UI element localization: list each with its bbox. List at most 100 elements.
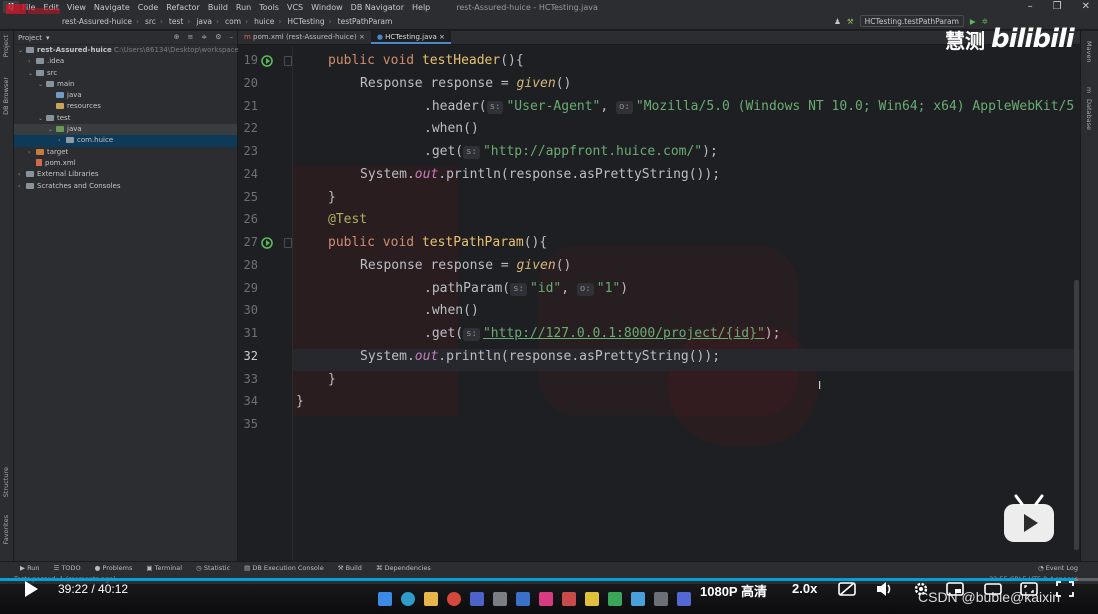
chevron-right-icon[interactable]: › [18,181,26,192]
tree-item[interactable]: › .idea [14,56,237,67]
menu-help[interactable]: Help [412,3,430,12]
windows-start-icon[interactable] [378,592,392,606]
menu-db-navigator[interactable]: DB Navigator [351,3,404,12]
structure-tool-tab[interactable]: Structure [2,467,10,497]
app-icon[interactable] [654,592,668,606]
expand-all-icon[interactable]: ≑ [201,33,207,41]
breadcrumb-java[interactable]: java [196,17,212,26]
database-tool-tab[interactable]: Database [1085,99,1093,130]
tree-item[interactable]: › target [14,147,237,158]
tab-hctesting-java[interactable]: ● HCTesting.java × [370,31,451,44]
video-progress-bar[interactable] [0,578,1098,581]
user-icon[interactable]: ♟ [834,17,841,26]
edge-icon[interactable] [401,592,415,606]
menu-run[interactable]: Run [236,3,251,12]
menu-refactor[interactable]: Refactor [166,3,200,12]
menu-view[interactable]: View [67,3,86,12]
problems-tool-tab[interactable]: ● Problems [95,564,133,572]
tree-item[interactable]: resources [14,101,237,112]
explorer-icon[interactable] [424,592,438,606]
gear-icon[interactable]: ⚙ [215,33,221,41]
todo-tool-tab[interactable]: ☰ TODO [54,564,81,572]
m-tool-tab[interactable]: m [1085,87,1093,93]
breadcrumb-com[interactable]: com [225,17,241,26]
app-icon[interactable] [585,592,599,606]
app-icon[interactable] [493,592,507,606]
tree-item[interactable]: › External Libraries [14,169,237,180]
code-line[interactable]: Response response = given() [360,76,571,91]
close-icon[interactable]: ✕ [1082,0,1090,14]
code-line[interactable]: .header(s: "User-Agent", o: "Mozilla/5.0 (… [424,99,1074,114]
code-line[interactable]: .pathParam(s: "id", o: "1") [424,281,628,296]
breadcrumb-method[interactable]: testPathParam [338,17,393,26]
intellij-icon[interactable] [539,592,553,606]
large-play-button-icon[interactable] [1002,494,1056,544]
fold-marker-icon[interactable] [284,56,292,66]
quality-select[interactable]: 1080P 高清 [700,581,767,600]
tree-item[interactable]: pom.xml [14,158,237,169]
tree-item[interactable]: ⌄ src [14,68,237,79]
chevron-right-icon[interactable]: › [18,169,26,180]
app-icon[interactable] [608,592,622,606]
code-line[interactable]: System.out.println(response.asPrettyStri… [360,167,720,182]
dependencies-tool-tab[interactable]: ⌘ Dependencies [376,564,431,572]
app-icon[interactable] [631,592,645,606]
run-test-icon[interactable] [261,237,273,249]
breadcrumb-src[interactable]: src [145,17,156,26]
collapse-all-icon[interactable]: ≡ [187,33,193,41]
run-tool-tab[interactable]: ▶ Run [20,564,40,572]
project-view-select[interactable]: Project [18,34,42,42]
breadcrumb-project[interactable]: rest-Assured-huice [62,17,132,26]
editor-scrollbar[interactable] [1074,280,1079,550]
build-tool-tab[interactable]: ⚒ Build [338,564,362,572]
db-execution-console-tab[interactable]: ▤ DB Execution Console [244,564,324,572]
chevron-right-icon[interactable]: › [28,56,36,67]
tree-item[interactable]: › com.huice [14,135,237,147]
chevron-down-icon[interactable]: ⌄ [38,79,46,90]
restore-icon[interactable]: ❐ [1053,0,1062,14]
breadcrumb-test[interactable]: test [169,17,183,26]
code-line[interactable]: @Test [328,212,367,227]
close-tab-icon[interactable]: × [439,33,445,41]
terminal-tool-tab[interactable]: ▣ Terminal [146,564,182,572]
locate-icon[interactable]: ⊕ [174,33,180,41]
project-tool-tab[interactable]: Project [2,35,10,57]
breadcrumb-huice[interactable]: huice [254,17,274,26]
event-log-tab[interactable]: ◔ Event Log [1038,564,1078,572]
code-line[interactable]: } [296,394,304,409]
menu-tools[interactable]: Tools [259,3,279,12]
fold-marker-icon[interactable] [284,238,292,248]
chevron-down-icon[interactable]: ⌄ [48,124,56,135]
tree-item[interactable]: ⌄ test [14,113,237,124]
maven-tool-tab[interactable]: Maven [1085,41,1093,63]
code-line[interactable]: .when() [424,303,479,318]
menu-build[interactable]: Build [208,3,228,12]
menu-code[interactable]: Code [138,3,158,12]
tree-item[interactable]: java [14,90,237,101]
favorites-tool-tab[interactable]: Favorites [2,515,10,544]
chevron-right-icon[interactable]: › [28,147,36,158]
chrome-icon[interactable] [447,592,461,606]
code-line[interactable]: public void testHeader(){ [328,53,524,68]
volume-icon[interactable] [876,581,894,597]
chevron-down-icon[interactable]: ⌄ [38,113,46,124]
run-test-icon[interactable] [261,55,273,67]
chevron-down-icon[interactable]: ⌄ [28,68,36,79]
code-line[interactable]: } [328,190,336,205]
tree-item[interactable]: › Scratches and Consoles [14,181,237,192]
play-icon[interactable] [22,580,40,598]
danmaku-off-icon[interactable] [838,581,856,597]
tree-item[interactable]: ⌄ main [14,79,237,90]
app-icon[interactable] [470,592,484,606]
code-line[interactable]: public void testPathParam(){ [328,235,547,250]
close-tab-icon[interactable]: × [359,33,365,41]
menu-navigate[interactable]: Navigate [94,3,130,12]
code-line[interactable]: Response response = given() [360,258,571,273]
db-browser-tool-tab[interactable]: DB Browser [2,77,10,115]
hide-icon[interactable]: – [230,33,234,41]
app-icon[interactable] [677,592,691,606]
code-line[interactable]: .get(s: "http://127.0.0.1:8000/project/{i… [424,326,780,341]
code-line[interactable]: System.out.println(response.asPrettyStri… [360,349,720,364]
code-line[interactable]: .when() [424,121,479,136]
statistic-tool-tab[interactable]: ◷ Statistic [196,564,230,572]
